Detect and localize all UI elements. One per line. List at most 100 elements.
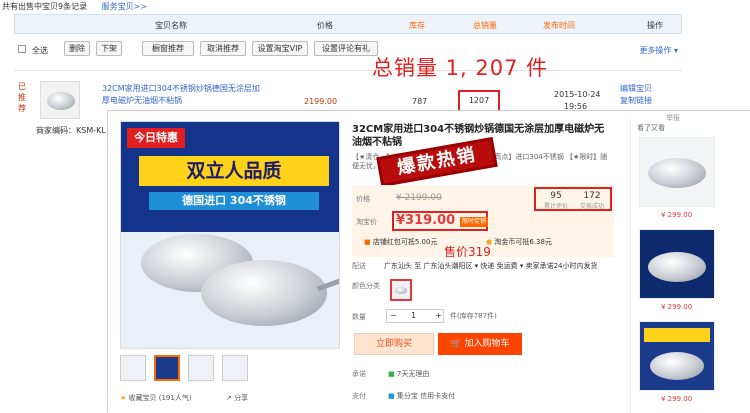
recommend-button[interactable]: 橱窗推荐: [142, 41, 194, 56]
review-count-stat[interactable]: 95 累计评价: [538, 191, 574, 210]
pay-label: 支付: [352, 392, 366, 400]
edit-product-link[interactable]: 编辑宝贝: [620, 83, 652, 95]
favorite-button[interactable]: ★ 收藏宝贝 (191人气): [120, 393, 192, 403]
coupon-icon: ■: [364, 238, 371, 246]
promise-value: ■ 7天无理由: [388, 369, 429, 379]
table-header: 宝贝名称 价格 库存 总销量 发布时间 操作: [14, 14, 682, 34]
col-price[interactable]: 价格: [317, 20, 333, 31]
ship-value[interactable]: 广东汕头 至 广东汕头潮阳区 ▾ 快递 免运费 ▾ 卖家承诺24小时内发货: [384, 261, 598, 271]
share-button[interactable]: ↗ 分享: [226, 393, 248, 403]
current-price: ¥319.00: [396, 213, 456, 228]
favorite-label: 收藏宝贝 (191人气): [128, 394, 192, 402]
product-thumbnail[interactable]: [40, 81, 80, 119]
qty-label: 数量: [352, 313, 366, 321]
thumbnail-strip: [120, 355, 340, 381]
minus-icon[interactable]: −: [390, 311, 397, 320]
image-tag: 今日特惠: [127, 128, 185, 148]
see-also-title: 看了又看: [637, 124, 665, 132]
shop-coupon: ■ 店铺红包可抵5.00元: [364, 237, 437, 247]
stock-info: 件(库存787件): [450, 312, 497, 320]
color-row: 颜色分类: [352, 281, 380, 291]
quantity-stepper[interactable]: − 1 +: [386, 309, 444, 323]
promo-tag: 限时促销: [460, 217, 489, 227]
color-swatch[interactable]: [390, 279, 412, 301]
product-sales: 1207: [458, 90, 500, 112]
thumbnail[interactable]: [120, 355, 146, 381]
promise-text: 7天无理由: [396, 370, 430, 378]
copy-link[interactable]: 复制链接: [620, 95, 652, 107]
review-count-label: 累计评价: [543, 203, 568, 210]
thumbnail[interactable]: [188, 355, 214, 381]
cancel-recommend-button[interactable]: 取消推荐: [200, 41, 246, 56]
product-stock: 787: [412, 97, 428, 106]
plus-icon[interactable]: +: [435, 311, 442, 320]
thumbnail[interactable]: [222, 355, 248, 381]
select-all-label: 全选: [32, 46, 48, 55]
related-item-price: ¥ 299.00: [661, 211, 693, 219]
col-sales[interactable]: 总销量: [473, 20, 497, 31]
review-gift-button[interactable]: 设置评论有礼: [314, 41, 378, 56]
wok-shape: [201, 260, 327, 326]
image-subtitle: 德国进口 304不锈钢: [149, 192, 319, 210]
deal-count-stat[interactable]: 172 交易成功: [574, 191, 610, 210]
shop-coupon-text: 店铺红包可抵5.00元: [372, 238, 438, 246]
row-ops: 编辑宝贝 复制链接: [620, 83, 652, 107]
buy-now-button[interactable]: 立即购买: [354, 333, 434, 355]
deal-count: 172: [583, 191, 601, 201]
qty-input[interactable]: 1: [411, 311, 416, 320]
date-value: 2015-10-24: [554, 90, 601, 99]
cart-icon: 🛒: [450, 339, 462, 349]
recommended-badge: 已推荐: [18, 82, 26, 113]
image-slogan: 双立人品质: [139, 156, 329, 186]
related-item-image[interactable]: [639, 137, 715, 207]
promise-label: 承诺: [352, 370, 366, 378]
coin-text: 淘金币可抵6.38元: [494, 238, 552, 246]
share-icon: ↗: [226, 394, 232, 402]
ship-label: 配送: [352, 262, 366, 270]
related-item-image[interactable]: [639, 321, 715, 391]
add-cart-label: 加入购物车: [464, 339, 510, 349]
thumbnail-selected[interactable]: [154, 355, 180, 381]
product-title-link[interactable]: 32CM家用进口304不锈钢炒锅德国无涂层加厚电磁炉无油烟不粘锅: [102, 83, 262, 107]
seven-day-icon: ■: [388, 370, 395, 378]
shipping-row: 配送 广东汕头 至 广东汕头潮阳区 ▾ 快递 免运费 ▾ 卖家承诺24小时内发货: [352, 261, 598, 271]
col-stock[interactable]: 库存: [409, 20, 425, 31]
product-price: 2199.00: [304, 97, 338, 106]
record-count: 共有出售中宝贝9条记录: [2, 2, 88, 11]
original-price: ¥ 2199.00: [396, 193, 442, 203]
col-ops: 操作: [647, 21, 663, 30]
sale-price-annotation: 售价319: [444, 245, 491, 259]
pay-text: 集分宝 信用卡支付: [396, 392, 456, 400]
stats-highlight: 95 累计评价 172 交易成功: [534, 187, 612, 211]
merchant-code: 商家编码：KSM-KL: [36, 126, 106, 135]
taobao-price-label: 淘宝价: [356, 218, 377, 226]
main-product-image[interactable]: 今日特惠 双立人品质 德国进口 304不锈钢: [120, 121, 340, 349]
alipay-icon: ■: [388, 392, 395, 400]
taobao-coin: ● 淘金币可抵6.38元: [486, 237, 552, 247]
record-count-line: 共有出售中宝贝9条记录 服务宝贝>>: [2, 1, 147, 12]
more-ops-link[interactable]: 更多操作 ▾: [639, 45, 678, 56]
select-all-checkbox[interactable]: [18, 45, 26, 53]
pay-methods: ■ 集分宝 信用卡支付: [388, 391, 455, 401]
related-item-price: ¥ 299.00: [661, 395, 693, 403]
pay-row: 支付: [352, 391, 366, 401]
vip-button[interactable]: 设置淘宝VIP: [252, 41, 308, 56]
add-cart-button[interactable]: 🛒 加入购物车: [438, 333, 522, 355]
delete-button[interactable]: 删除: [64, 41, 90, 56]
related-item-image[interactable]: [639, 229, 715, 299]
promise-row: 承诺: [352, 369, 366, 379]
col-name[interactable]: 宝贝名称: [155, 20, 187, 31]
review-count: 95: [550, 191, 562, 201]
share-label: 分享: [234, 394, 249, 402]
price-label: 价格: [356, 195, 370, 203]
total-sales-annotation: 总销量 1, 207 件: [372, 56, 549, 80]
service-link[interactable]: 服务宝贝>>: [102, 2, 147, 11]
list-toolbar: 全选 删除 下架 橱窗推荐 取消推荐 设置淘宝VIP 设置评论有礼 更多操作 ▾: [14, 38, 682, 60]
unlist-button[interactable]: 下架: [96, 41, 122, 56]
deal-count-label: 交易成功: [579, 203, 604, 210]
related-item-price: ¥ 299.00: [661, 303, 693, 311]
product-detail-page: 举报 今日特惠 双立人品质 德国进口 304不锈钢 ★ 收藏宝贝 (191人气)…: [107, 110, 750, 413]
col-date[interactable]: 发布时间: [543, 20, 575, 31]
star-icon: ★: [120, 394, 127, 402]
see-also-sidebar: 看了又看 ¥ 299.00 ¥ 299.00 ¥ 299.00: [630, 119, 722, 413]
